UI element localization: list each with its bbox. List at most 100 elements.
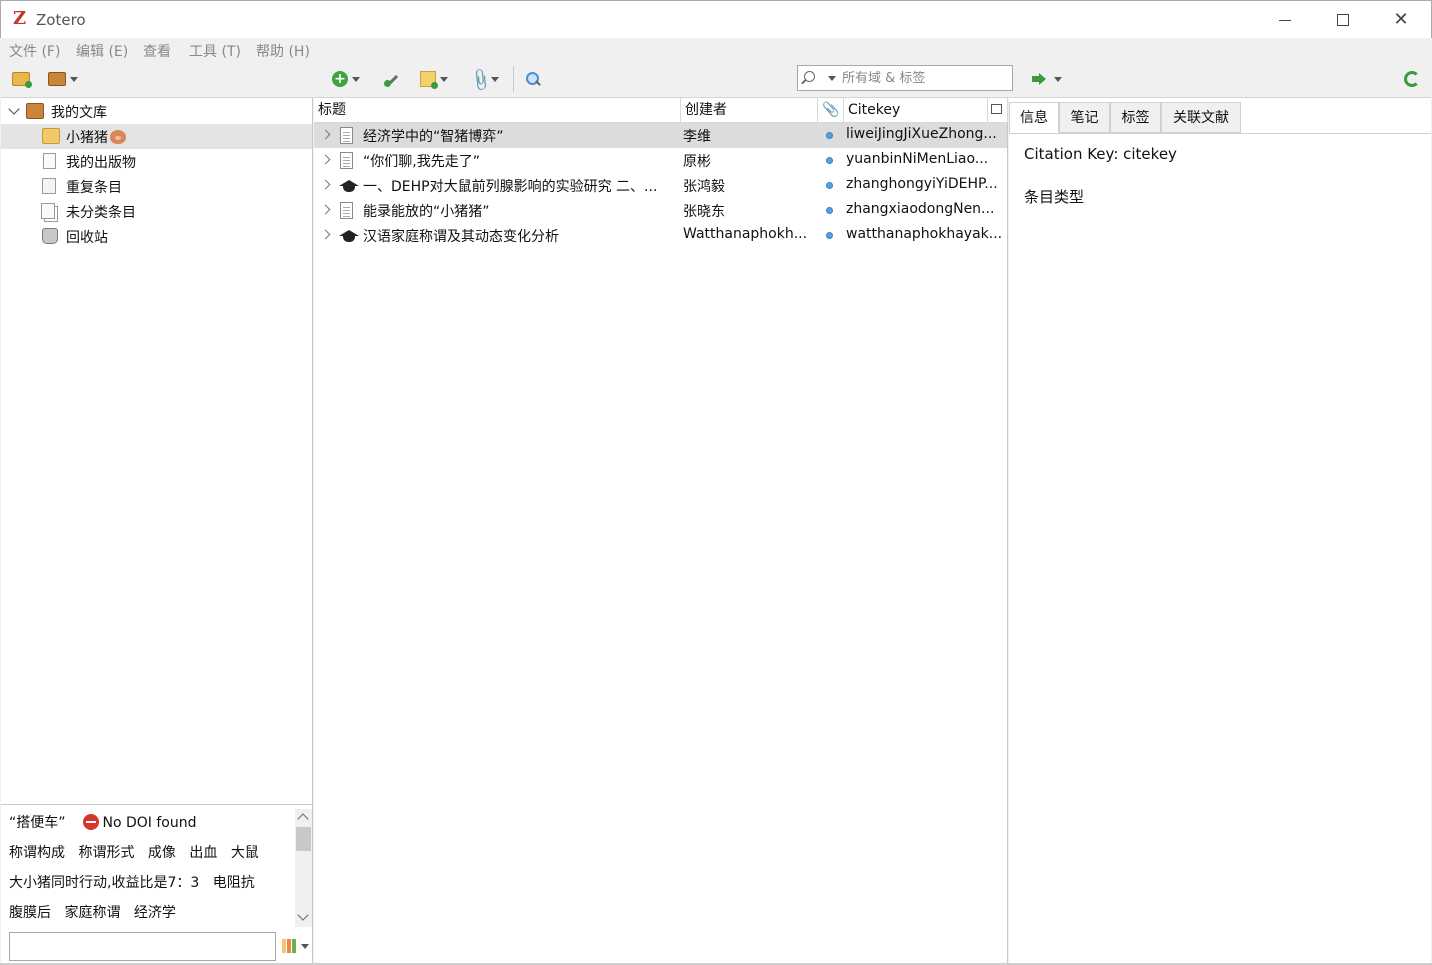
collection-label: 重复条目 xyxy=(66,180,122,196)
paperclip-icon: 📎 xyxy=(467,66,495,94)
dropdown-arrow-icon xyxy=(440,76,448,82)
item-citekey: watthanaphokhayak... xyxy=(846,226,1003,242)
collection-duplicates[interactable]: 重复条目 xyxy=(1,174,312,199)
unfiled-items-icon xyxy=(41,203,55,219)
window-title: Zotero xyxy=(36,11,86,29)
journal-article-icon xyxy=(340,202,353,219)
sync-button[interactable] xyxy=(1404,67,1420,91)
expand-twisty-icon[interactable] xyxy=(320,204,331,215)
table-row[interactable]: 汉语家庭称谓及其动态变化分析 Watthanaphokh... watthana… xyxy=(314,223,1007,248)
collection-xiaozhuzhu[interactable]: 小猪猪 xyxy=(1,124,312,149)
tab-info[interactable]: 信息 xyxy=(1009,102,1059,133)
tag-selector: “搭便车” No DOI found 称谓构成 称谓形式 成像 出血 大鼠 大小猪… xyxy=(1,804,313,965)
search-box xyxy=(797,65,1013,91)
duplicate-items-icon xyxy=(42,178,56,194)
citekey-dot-icon xyxy=(826,157,833,164)
column-picker-button[interactable] xyxy=(988,98,1008,123)
publications-icon xyxy=(43,153,56,169)
menu-tools[interactable]: 工具 (T) xyxy=(189,41,241,61)
item-creator: 张晓东 xyxy=(683,204,725,220)
tag-item[interactable]: 称谓构成 xyxy=(9,845,65,861)
table-row[interactable]: 经济学中的“智猪博弈” 李维 liweiJingJiXueZhong... xyxy=(314,123,1007,148)
library-icon xyxy=(26,103,44,119)
add-attachment-button[interactable]: 📎 xyxy=(467,66,499,94)
item-title: 一、DEHP对大鼠前列腺影响的实验研究 二、... xyxy=(363,179,658,195)
column-header-citekey[interactable]: Citekey xyxy=(844,98,988,123)
expand-twisty-icon[interactable] xyxy=(320,154,331,165)
search-input[interactable] xyxy=(842,69,1007,87)
go-arrow-icon xyxy=(1032,73,1046,85)
tag-item[interactable]: 称谓形式 xyxy=(78,845,134,861)
new-note-button[interactable] xyxy=(420,67,448,91)
expand-twisty-icon[interactable] xyxy=(8,103,20,115)
menu-bar: 文件 (F) 编辑 (E) 查看 工具 (T) 帮助 (H) xyxy=(1,38,1431,62)
maximize-icon xyxy=(1337,14,1349,26)
tag-item[interactable]: 经济学 xyxy=(134,905,176,921)
scroll-up-icon[interactable] xyxy=(297,813,309,825)
menu-help[interactable]: 帮助 (H) xyxy=(256,41,310,61)
maximize-button[interactable] xyxy=(1314,1,1372,39)
column-header-title[interactable]: 标题 xyxy=(314,98,681,123)
tag-scrollbar[interactable] xyxy=(295,809,312,927)
add-by-identifier-button[interactable] xyxy=(383,67,401,91)
collection-label: 我的出版物 xyxy=(66,155,136,171)
tag-item[interactable]: 大鼠 xyxy=(231,845,259,861)
tag-line: 大小猪同时行动,收益比是7：3 电阻抗 xyxy=(9,872,264,892)
new-item-button[interactable]: + xyxy=(332,67,360,91)
tag-item[interactable]: 家庭称谓 xyxy=(64,905,120,921)
tag-item[interactable]: 腹膜后 xyxy=(9,905,51,921)
column-header-attachments[interactable]: 📎 xyxy=(818,98,844,123)
scroll-thumb[interactable] xyxy=(296,827,311,851)
tag-colors-icon xyxy=(282,939,296,953)
column-header-creator[interactable]: 创建者 xyxy=(681,98,818,123)
expand-twisty-icon[interactable] xyxy=(320,129,331,140)
advanced-search-button[interactable] xyxy=(525,67,541,91)
table-row[interactable]: 一、DEHP对大鼠前列腺影响的实验研究 二、... 张鸿毅 zhanghongy… xyxy=(314,173,1007,198)
tag-actions-button[interactable] xyxy=(282,939,312,955)
tab-related[interactable]: 关联文献 xyxy=(1161,102,1241,133)
tag-item[interactable]: 成像 xyxy=(148,845,176,861)
scroll-down-icon[interactable] xyxy=(297,909,309,921)
collection-trash[interactable]: 回收站 xyxy=(1,224,312,249)
collection-my-publications[interactable]: 我的出版物 xyxy=(1,149,312,174)
table-row[interactable]: 能录能放的“小猪猪” 张晓东 zhangxiaodongNen... xyxy=(314,198,1007,223)
citation-key-text: Citation Key: citekey xyxy=(1024,145,1177,163)
table-row[interactable]: “你们聊,我先走了” 原彬 yuanbinNiMenLiao... xyxy=(314,148,1007,173)
paperclip-icon: 📎 xyxy=(822,102,840,118)
new-library-button[interactable] xyxy=(48,67,78,91)
locate-button[interactable] xyxy=(1032,67,1062,91)
collection-my-library[interactable]: 我的文库 xyxy=(1,99,312,124)
add-icon: + xyxy=(332,71,348,87)
tab-tags[interactable]: 标签 xyxy=(1110,102,1161,133)
expand-twisty-icon[interactable] xyxy=(320,179,331,190)
item-title: 经济学中的“智猪博弈” xyxy=(363,129,504,145)
citekey-dot-icon xyxy=(826,132,833,139)
menu-view[interactable]: 查看 xyxy=(143,41,171,61)
close-button[interactable]: ✕ xyxy=(1372,1,1430,39)
item-pane: 信息 笔记 标签 关联文献 Citation Key: citekey 条目类型 xyxy=(1009,97,1431,965)
collection-unfiled[interactable]: 未分类条目 xyxy=(1,199,312,224)
expand-twisty-icon[interactable] xyxy=(320,229,331,240)
tag-filter-input[interactable] xyxy=(9,932,276,961)
search-icon[interactable] xyxy=(804,71,815,82)
menu-file[interactable]: 文件 (F) xyxy=(9,41,60,61)
tag-item[interactable]: “搭便车” xyxy=(9,815,66,831)
trash-icon xyxy=(42,228,58,244)
tag-item[interactable]: 大小猪同时行动,收益比是7：3 xyxy=(9,875,199,891)
item-citekey: liweiJingJiXueZhong... xyxy=(846,126,997,142)
journal-article-icon xyxy=(340,152,353,169)
magnifier-icon xyxy=(525,71,541,87)
search-mode-dropdown-icon[interactable] xyxy=(828,76,836,81)
new-collection-button[interactable] xyxy=(12,67,32,91)
tab-notes[interactable]: 笔记 xyxy=(1059,102,1110,133)
minimize-button[interactable] xyxy=(1256,1,1314,39)
tag-item[interactable]: 出血 xyxy=(189,845,217,861)
no-entry-icon xyxy=(82,814,99,830)
item-citekey: yuanbinNiMenLiao... xyxy=(846,151,989,167)
folder-icon xyxy=(42,128,60,144)
tag-item[interactable]: 电阻抗 xyxy=(213,875,255,891)
item-creator: Watthanaphokh... xyxy=(683,226,808,242)
tab-divider xyxy=(1009,133,1431,134)
menu-edit[interactable]: 编辑 (E) xyxy=(76,41,128,61)
tag-item[interactable]: No DOI found xyxy=(103,815,197,831)
